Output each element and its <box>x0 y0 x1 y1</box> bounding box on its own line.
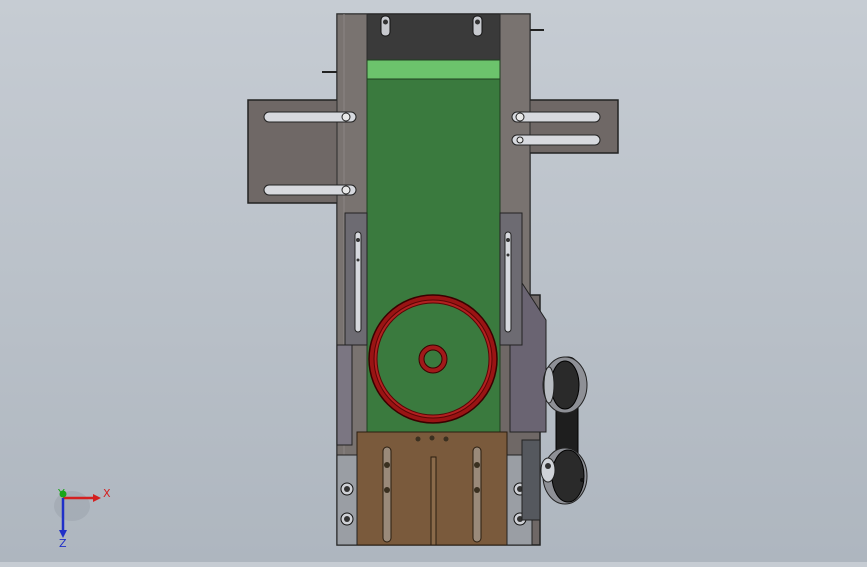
assembly-drawing: X Y Z <box>54 13 619 550</box>
bottom-plate[interactable] <box>356 431 508 546</box>
triad-y-label: Y <box>57 487 65 500</box>
coordinate-triad: X Y Z <box>54 487 111 550</box>
triad-z-label: Z <box>59 537 67 550</box>
triad-x-label: X <box>103 487 111 500</box>
drive-roller[interactable] <box>368 294 498 424</box>
cad-viewport[interactable]: X Y Z <box>0 0 867 562</box>
belt-head-roller <box>366 59 501 80</box>
